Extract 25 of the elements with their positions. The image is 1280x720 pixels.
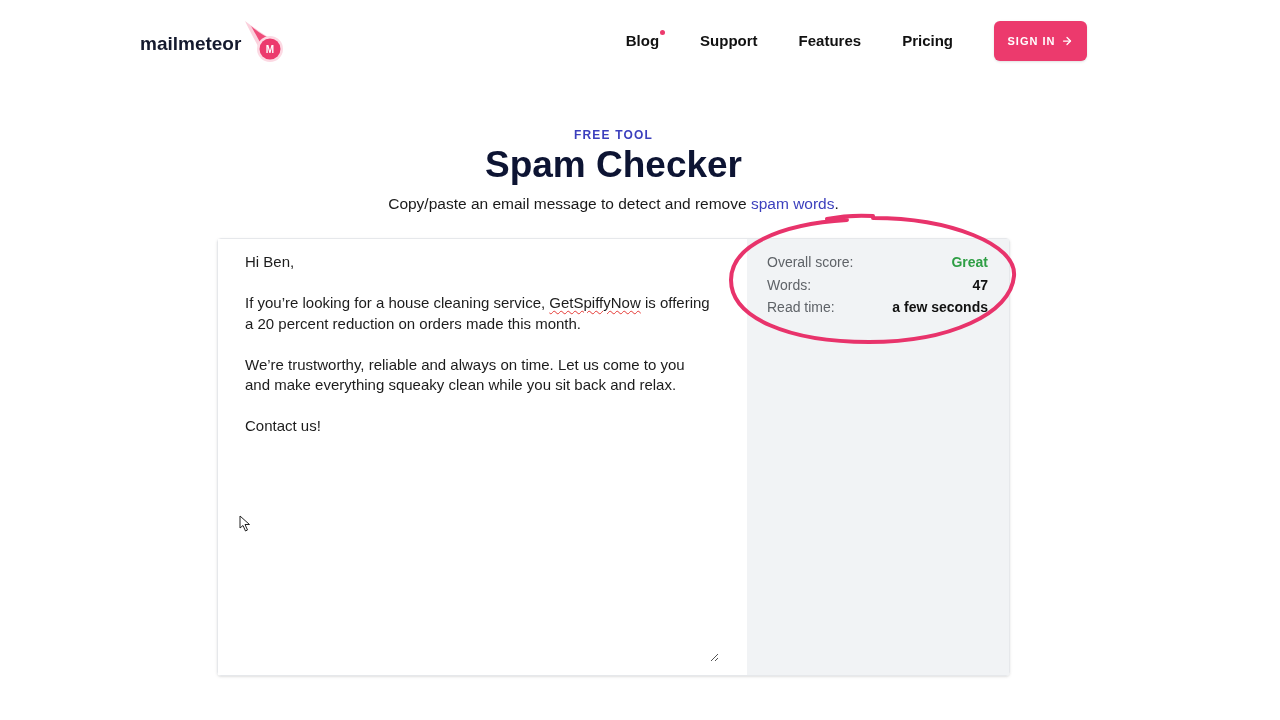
mouse-pointer-icon <box>239 515 251 532</box>
message-paragraph: If you’re looking for a house cleaning service, GetSpiffyNow is offering a 20 percent reduction on orders made this month. <box>245 293 711 334</box>
stat-value: Great <box>951 253 988 272</box>
nav-link[interactable]: Pricing <box>902 31 953 51</box>
nav-link[interactable]: Features <box>798 31 862 51</box>
stat-label: Overall score: <box>767 253 854 272</box>
stat-label: Words: <box>767 275 812 295</box>
stat-value: a few seconds <box>892 298 988 317</box>
spam-words-link[interactable]: spam words <box>750 195 835 212</box>
logo-wordmark: mailmeteor <box>140 33 242 55</box>
nav-link[interactable]: Blog <box>625 31 660 51</box>
resize-handle-icon <box>710 653 719 662</box>
page-title: Spam Checker <box>484 145 743 185</box>
meteor-logo[interactable]: M <box>242 19 285 63</box>
sign-in-button[interactable]: SIGN IN <box>994 21 1087 61</box>
message-paragraph: Hi Ben, <box>245 252 296 272</box>
stat-value: 47 <box>972 275 988 295</box>
nav-link[interactable]: Support <box>700 31 758 51</box>
message-editor[interactable] <box>218 239 747 675</box>
arrow-right-icon <box>1061 35 1074 47</box>
eyebrow-label: FREE TOOL <box>573 127 654 143</box>
page-subtitle: Copy/paste an email message to detect and remove spam words. <box>388 194 839 214</box>
message-paragraph: Contact us! <box>245 416 322 436</box>
message-paragraph: We’re trustworthy, reliable and always on time. Let us come to you and make everything squeaky clean while you sit back and relax. <box>245 354 686 395</box>
stat-label: Read time: <box>767 298 835 317</box>
